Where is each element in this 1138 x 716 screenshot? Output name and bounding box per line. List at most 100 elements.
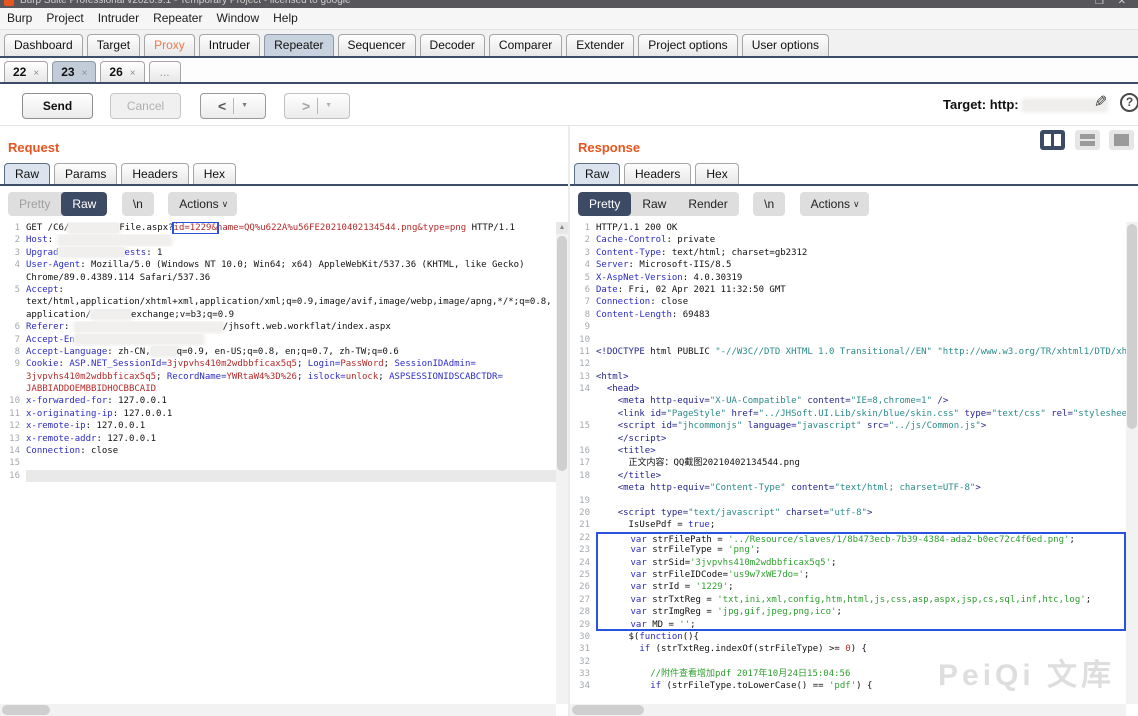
close-tab-icon[interactable]: × <box>33 68 39 79</box>
view-toggle-raw[interactable]: Raw <box>631 192 677 216</box>
code-text[interactable]: Date: Fri, 02 Apr 2021 11:32:50 GMT <box>596 284 1126 296</box>
code-text[interactable]: Upgrad ests: 1 <box>26 247 556 259</box>
code-text[interactable]: HTTP/1.1 200 OK <box>596 222 1126 234</box>
close-tab-icon[interactable]: × <box>130 68 136 79</box>
tab-extender[interactable]: Extender <box>566 34 635 56</box>
code-text[interactable]: var strFileIDCode='us9w7xWE7do='; <box>596 568 1126 582</box>
scroll-up-icon[interactable]: ▲ <box>556 222 568 234</box>
tab-hex[interactable]: Hex <box>695 163 739 184</box>
menu-item-intruder[interactable]: Intruder <box>91 8 146 29</box>
code-text[interactable] <box>596 358 1126 370</box>
menu-item-help[interactable]: Help <box>266 8 305 29</box>
request-horizontal-scrollbar[interactable] <box>0 704 556 716</box>
tab-target[interactable]: Target <box>86 34 141 56</box>
code-text[interactable]: <meta http-equiv="Content-Type" content=… <box>596 482 1126 494</box>
tab-hex[interactable]: Hex <box>192 163 237 184</box>
code-text[interactable]: x-remote-addr: 127.0.0.1 <box>26 433 556 445</box>
menu-item-burp[interactable]: Burp <box>0 8 39 29</box>
code-text[interactable]: User-Agent: Mozilla/5.0 (Windows NT 10.0… <box>26 259 556 271</box>
code-text[interactable]: Server: Microsoft-IIS/8.5 <box>596 259 1126 271</box>
code-text[interactable]: x-forwarded-for: 127.0.0.1 <box>26 395 556 407</box>
maximize-icon[interactable]: ❐ <box>1095 0 1104 7</box>
code-text[interactable]: Host: <box>26 234 556 246</box>
tab-repeater[interactable]: Repeater <box>264 34 334 56</box>
code-text[interactable]: Accept: <box>26 284 556 296</box>
code-text[interactable]: x-originating-ip: 127.0.0.1 <box>26 408 556 420</box>
request-editor[interactable]: 1 GET /C6/File.aspx?id=1229&name=QQ%u622A… <box>0 222 556 704</box>
tab-proxy[interactable]: Proxy <box>144 34 195 56</box>
next-request-button[interactable]: > ▼ <box>284 93 350 119</box>
tab-params[interactable]: Params <box>54 163 118 184</box>
edit-target-icon[interactable]: ✎ <box>1094 92 1107 112</box>
repeater-tab-23[interactable]: 23 × <box>52 61 97 82</box>
scrollbar-thumb[interactable] <box>557 236 567 471</box>
code-text[interactable]: <!DOCTYPE html PUBLIC "-//W3C//DTD XHTML… <box>596 346 1126 358</box>
code-text[interactable]: <html> <box>596 371 1126 383</box>
code-text[interactable]: <link id="PageStyle" href="../JHSoft.UI.… <box>596 408 1126 420</box>
prev-request-button[interactable]: < ▼ <box>200 93 266 119</box>
response-editor[interactable]: 1 HTTP/1.1 200 OK 2 Cache-Control: private 3… <box>570 222 1126 704</box>
response-vertical-scrollbar[interactable] <box>1126 222 1138 704</box>
code-text[interactable]: JABBIADDOEMBBIDHOCBBCAID <box>26 383 556 395</box>
code-text[interactable]: var MD = ''; <box>596 618 1126 631</box>
tab-decoder[interactable]: Decoder <box>419 34 485 56</box>
code-text[interactable]: 3jvpvhs410m2wdbbficax5q5; RecordName=YWR… <box>26 371 556 383</box>
code-text[interactable]: Connection: close <box>596 296 1126 308</box>
code-text[interactable]: X-AspNet-Version: 4.0.30319 <box>596 272 1126 284</box>
tab-intruder[interactable]: Intruder <box>198 34 261 56</box>
code-text[interactable]: text/html,application/xhtml+xml,applicat… <box>26 296 556 308</box>
tab-raw[interactable]: Raw <box>4 163 51 184</box>
close-tab-icon[interactable]: × <box>82 68 88 79</box>
send-button[interactable]: Send <box>22 93 93 119</box>
view-toggle-raw[interactable]: Raw <box>61 192 108 216</box>
code-text[interactable]: var strTxtReg = 'txt,ini,xml,config,htm,… <box>596 593 1126 607</box>
code-text[interactable]: </script> <box>596 433 1126 445</box>
newline-toggle-button[interactable]: \n <box>753 192 786 216</box>
tab-raw[interactable]: Raw <box>574 163 621 184</box>
code-text[interactable]: var strId = '1229'; <box>596 581 1126 594</box>
code-text[interactable]: IsUsePdf = true; <box>596 519 1126 531</box>
code-text[interactable]: var strImgReg = 'jpg,gif,jpeg,png,ico'; <box>596 606 1126 619</box>
layout-columns-button[interactable] <box>1040 130 1066 150</box>
code-text[interactable] <box>596 321 1126 333</box>
tab-project-options[interactable]: Project options <box>638 34 738 56</box>
layout-single-button[interactable] <box>1109 130 1134 150</box>
code-text[interactable]: x-remote-ip: 127.0.0.1 <box>26 420 556 432</box>
code-text[interactable]: <script id="jhcommonjs" language="javasc… <box>596 420 1126 432</box>
scrollbar-thumb[interactable] <box>1127 224 1137 429</box>
newline-toggle-button[interactable]: \n <box>121 192 154 216</box>
code-text[interactable] <box>596 334 1126 346</box>
code-text[interactable] <box>26 457 556 469</box>
code-text[interactable]: Referer: /jhsoft.web.workflat/index.aspx <box>26 321 556 333</box>
actions-menu-button[interactable]: Actions ∨ <box>799 192 869 216</box>
code-text[interactable]: Cache-Control: private <box>596 234 1126 246</box>
help-icon[interactable]: ? <box>1120 93 1138 112</box>
request-vertical-scrollbar[interactable]: ▲ <box>556 222 568 704</box>
code-text[interactable]: $(function(){ <box>596 631 1126 643</box>
menu-item-repeater[interactable]: Repeater <box>146 8 209 29</box>
scrollbar-thumb[interactable] <box>2 705 50 715</box>
layout-rows-button[interactable] <box>1074 130 1100 150</box>
code-text[interactable]: GET /C6/File.aspx?id=1229&name=QQ%u622A%… <box>26 222 556 235</box>
code-text[interactable] <box>26 469 556 483</box>
code-text[interactable]: Accept-Language: zh-CN, q=0.9, en-US;q=0.… <box>26 346 556 358</box>
code-text[interactable]: <title> <box>596 445 1126 457</box>
menu-item-project[interactable]: Project <box>39 8 90 29</box>
tab-headers[interactable]: Headers <box>121 163 189 184</box>
code-text[interactable]: Accept-En <box>26 334 556 346</box>
tab-dashboard[interactable]: Dashboard <box>4 34 83 56</box>
code-text[interactable]: Content-Length: 69483 <box>596 309 1126 321</box>
code-text[interactable]: Connection: close <box>26 445 556 457</box>
code-text[interactable]: <script type="text/javascript" charset="… <box>596 507 1126 519</box>
code-text[interactable]: Content-Type: text/html; charset=gb2312 <box>596 247 1126 259</box>
tab-user-options[interactable]: User options <box>741 34 830 56</box>
code-text[interactable]: </title> <box>596 470 1126 482</box>
actions-menu-button[interactable]: Actions ∨ <box>168 192 238 216</box>
close-icon[interactable]: ✕ <box>1118 0 1126 7</box>
scrollbar-thumb[interactable] <box>572 705 644 715</box>
code-text[interactable]: Chrome/89.0.4389.114 Safari/537.36 <box>26 272 556 284</box>
repeater-tab-22[interactable]: 22 × <box>4 61 49 82</box>
tab-headers[interactable]: Headers <box>624 163 692 184</box>
view-toggle-pretty[interactable]: Pretty <box>8 192 61 216</box>
code-text[interactable]: Cookie: ASP.NET_SessionId=3jvpvhs410m2wd… <box>26 358 556 370</box>
